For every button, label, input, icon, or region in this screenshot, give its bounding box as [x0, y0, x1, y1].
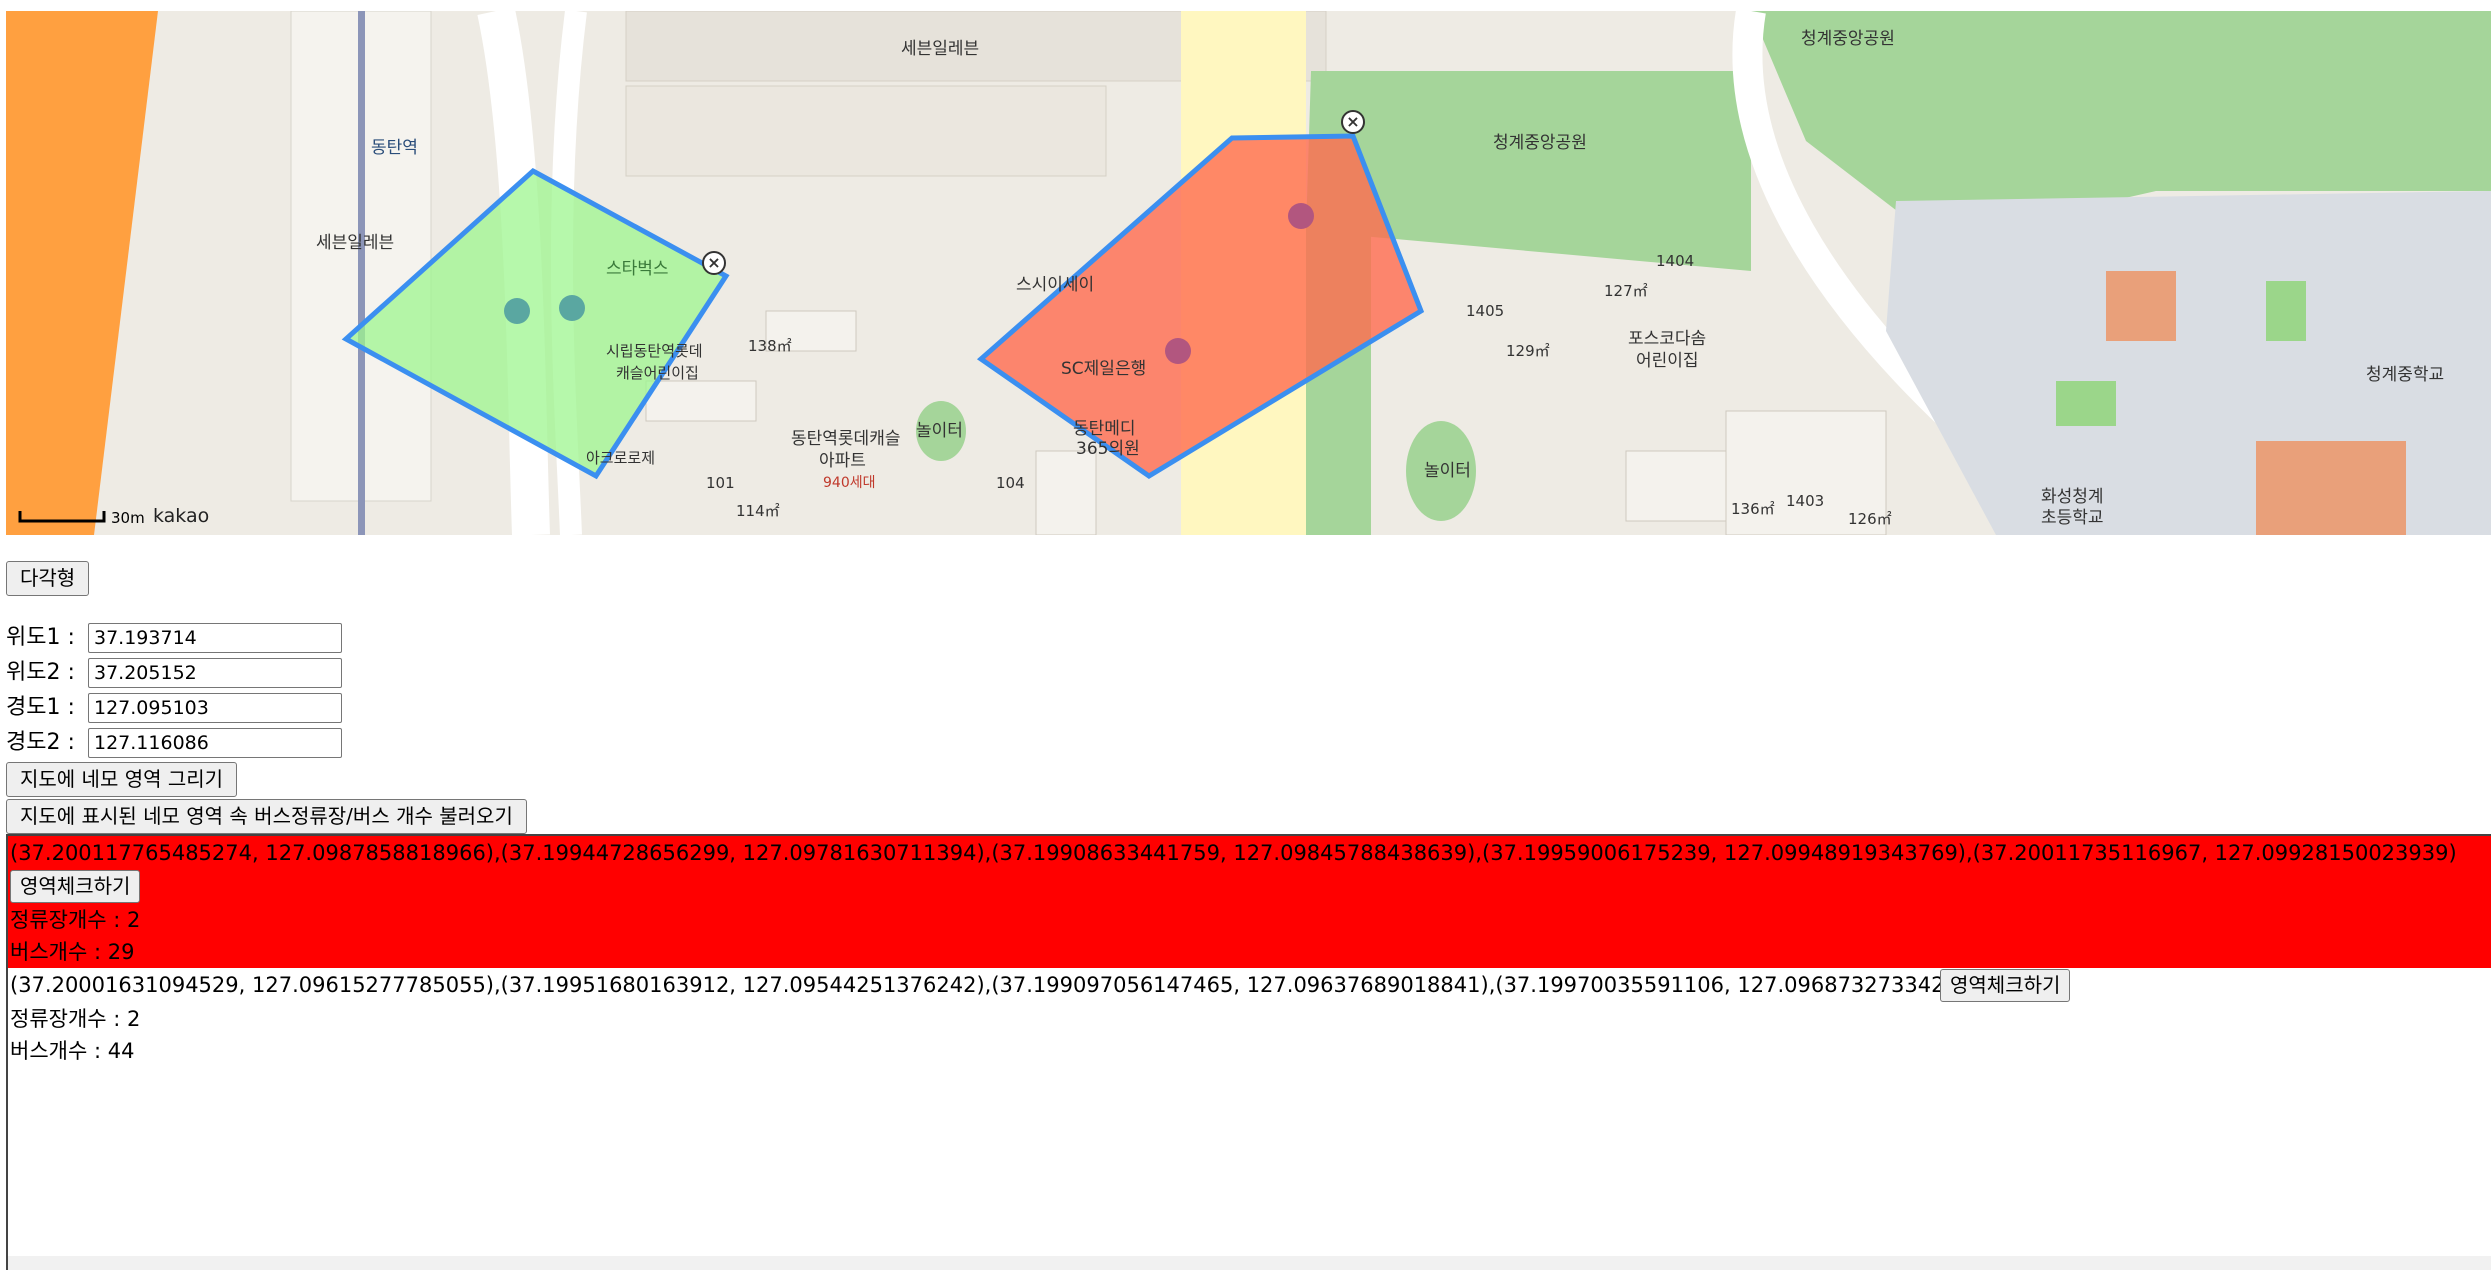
- bus-stop-icon: [559, 295, 585, 321]
- lng1-row: 경도1 :: [6, 692, 342, 724]
- results-panel: (37.200117765485274, 127.0987858818966),…: [6, 834, 2491, 1270]
- area-check-button[interactable]: 영역체크하기: [1940, 969, 2071, 1002]
- map-label: 365의원: [1076, 439, 1140, 459]
- map-label: 129㎡: [1506, 342, 1550, 360]
- map-label: 1405: [1466, 302, 1505, 320]
- map-label: 놀이터: [916, 421, 963, 441]
- scale-text: 30m: [111, 509, 145, 527]
- result-coords: (37.200117765485274, 127.0987858818966),…: [10, 841, 2457, 865]
- lat2-row: 위도2 :: [6, 657, 342, 689]
- result-coords: (37.200016310945​29, 127.09615277785055)…: [10, 972, 1979, 998]
- map-label: 화성청계: [2041, 487, 2104, 507]
- map-label: 캐슬어린이집: [616, 364, 699, 382]
- map-label: 104: [996, 474, 1025, 492]
- map-label: 세븐일레븐: [901, 39, 980, 59]
- stop-count: 정류장개수 : 2: [10, 1007, 141, 1031]
- map-label: 138㎡: [748, 337, 792, 355]
- map-label: 청계중앙공원: [1801, 29, 1895, 49]
- map-label: 동탄역롯데캐슬: [791, 429, 901, 449]
- map-label: 1403: [1786, 492, 1825, 510]
- bus-count: 버스개수 : 44: [10, 1039, 135, 1063]
- map-label: 세븐일레븐: [316, 233, 395, 253]
- lat1-label: 위도1 :: [6, 625, 75, 650]
- map-label: 114㎡: [736, 502, 780, 520]
- map-label: 1404: [1656, 252, 1695, 270]
- load-bus-data-button[interactable]: 지도에 표시된 네모 영역 속 버스정류장/버스 개수 불러오기: [6, 799, 527, 834]
- map-label: 시립동탄역롯데: [606, 342, 703, 360]
- close-icon[interactable]: ×: [1341, 110, 1365, 134]
- map-label: 940세대: [823, 475, 876, 491]
- lat1-row: 위도1 :: [6, 622, 342, 654]
- bus-stop-icon: [504, 298, 530, 324]
- map-label: 어린이집: [1636, 351, 1699, 371]
- close-icon[interactable]: ×: [702, 251, 726, 275]
- result-coords-text: (37.200016310945​29, 127.09615277785055)…: [10, 973, 1980, 997]
- polygon-button[interactable]: 다각형: [6, 561, 90, 596]
- map-label: 초등학교: [2041, 508, 2104, 528]
- map-canvas[interactable]: [6, 11, 2491, 535]
- map-label: 136㎡: [1731, 500, 1775, 518]
- map-brand-logo: kakao: [153, 505, 210, 527]
- map-label: 놀이터: [1424, 461, 1471, 481]
- map-label: 청계중앙공원: [1493, 133, 1587, 153]
- bus-count: 버스개수 : 29: [10, 940, 135, 964]
- lng1-input[interactable]: [88, 693, 342, 723]
- map-label: 126㎡: [1848, 510, 1892, 528]
- lat2-input[interactable]: [88, 658, 342, 688]
- map-view[interactable]: 세븐일레븐 세븐일레븐 동탄역 스타벅스 시립동탄역롯데 캐슬어린이집 아크로로…: [6, 11, 2491, 535]
- draw-rect-button[interactable]: 지도에 네모 영역 그리기: [6, 762, 238, 797]
- area-check-button[interactable]: 영역체크하기: [10, 870, 141, 903]
- lng2-label: 경도2 :: [6, 730, 75, 755]
- bus-stop-icon: [1288, 203, 1314, 229]
- horizontal-scrollbar[interactable]: [8, 1256, 2491, 1270]
- map-label: 스시이세이: [1016, 275, 1095, 295]
- map-label: 동탄메디: [1073, 419, 1136, 439]
- map-label: 동탄역: [371, 138, 418, 158]
- map-label: 포스코다솜: [1628, 329, 1707, 349]
- map-label: 101: [706, 474, 735, 492]
- bus-stop-icon: [1165, 338, 1191, 364]
- lat2-label: 위도2 :: [6, 660, 75, 685]
- lat1-input[interactable]: [88, 623, 342, 653]
- map-label: 아크로로제: [586, 449, 656, 467]
- lng1-label: 경도1 :: [6, 695, 75, 720]
- map-label: 아파트: [819, 451, 866, 471]
- map-label: 스타벅스: [606, 259, 669, 279]
- map-label: SC제일은행: [1061, 359, 1147, 379]
- stop-count: 정류장개수 : 2: [10, 908, 141, 932]
- lng2-input[interactable]: [88, 728, 342, 758]
- map-label: 청계중학교: [2366, 365, 2445, 385]
- map-label: 127㎡: [1604, 282, 1648, 300]
- lng2-row: 경도2 :: [6, 727, 342, 759]
